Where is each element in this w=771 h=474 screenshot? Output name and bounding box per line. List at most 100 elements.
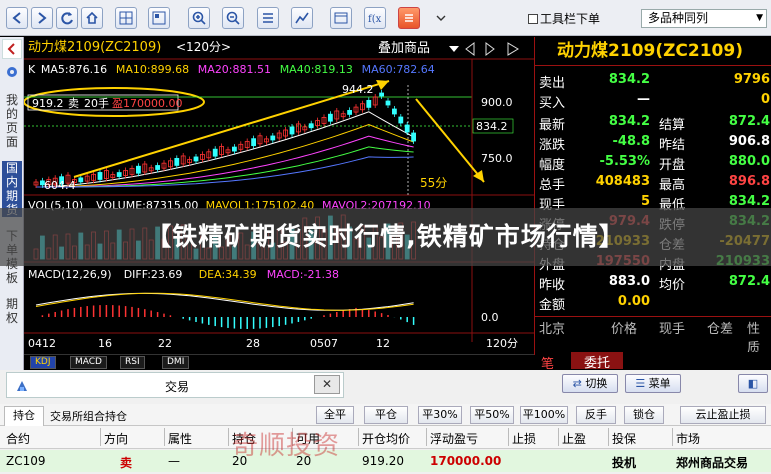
sidebar-tab-char: 内 <box>5 175 18 189</box>
x-tick-label: 12 <box>376 337 390 350</box>
quote-value: 880.0 <box>728 154 770 169</box>
refresh-icon[interactable] <box>56 7 78 29</box>
close-position-button[interactable]: 平仓 <box>364 406 408 424</box>
forward-icon[interactable] <box>31 7 53 29</box>
tab-macd[interactable]: MACD <box>70 356 107 369</box>
checkbox-label: 工具栏下单 <box>540 12 601 26</box>
overlay-product-button[interactable]: 叠加商品 <box>378 41 430 56</box>
function-icon[interactable]: f(x) <box>364 7 386 29</box>
column-separator[interactable] <box>508 428 509 446</box>
table-header-cell[interactable]: 浮动盈亏 <box>430 430 478 447</box>
quote-label: 幅度 <box>539 158 566 173</box>
quote-label: 涨跌 <box>539 138 566 153</box>
chart-icon[interactable] <box>291 7 313 29</box>
tab-rsi[interactable]: RSI <box>120 356 145 369</box>
lock-button[interactable]: 锁仓 <box>624 406 664 424</box>
ma-legend-item: MA20:881.51 <box>198 63 271 76</box>
list-icon[interactable] <box>257 7 279 29</box>
moving-average-lines <box>35 111 414 188</box>
gear-icon[interactable] <box>2 63 22 83</box>
table-header-cell[interactable]: 止盈 <box>562 430 586 447</box>
table-row[interactable]: ZC109 卖 —20 20 919.20 170000.00 投机 郑州商品交易 <box>0 450 771 472</box>
tab-dmi[interactable]: DMI <box>162 356 190 369</box>
grid-icon[interactable] <box>115 7 137 29</box>
chart-title: 动力煤2109(ZC2109) <box>28 40 161 55</box>
left-vertical-tabs: 我的页面 国内期货 下单模板 期权 <box>0 37 24 372</box>
cloud-tp-sl-button[interactable]: 云止盈止损 <box>680 406 766 424</box>
zoom-out-icon[interactable] <box>222 7 244 29</box>
table-header-cell[interactable]: 止损 <box>512 430 536 447</box>
zoom-in-icon[interactable] <box>188 7 210 29</box>
column-separator[interactable] <box>100 428 101 446</box>
overlay-dropdown-icon[interactable] <box>449 46 459 52</box>
ma-legend-item: MA60:782.64 <box>362 63 435 76</box>
menu-icon[interactable] <box>398 7 420 29</box>
quote-label: 金额 <box>539 298 566 313</box>
candle-body <box>231 146 237 152</box>
candle-body <box>366 99 372 108</box>
help-button[interactable]: ◧ <box>738 374 768 393</box>
table-cell: — <box>168 454 180 468</box>
table-header-cell[interactable]: 合约 <box>6 430 30 447</box>
ma-legend: K MA5:876.16 MA10:899.68 MA20:881.51 MA40:81… <box>28 63 435 76</box>
chart-period: <120分> <box>176 40 231 54</box>
select-value: 多品种同列 <box>648 11 709 25</box>
scroll-left-icon[interactable] <box>465 42 475 56</box>
close-50-button[interactable]: 平50% <box>470 406 514 424</box>
column-separator[interactable] <box>358 428 359 446</box>
chart-nav-arrows <box>465 42 519 56</box>
tab-combo-positions[interactable]: 交易所组合持仓 <box>50 408 127 424</box>
sidebar-tab-options[interactable]: 期权 <box>2 297 22 325</box>
table-header-cell[interactable]: 方向 <box>104 430 128 447</box>
close-all-button[interactable]: 全平 <box>316 406 354 424</box>
table-header-cell[interactable]: 投保 <box>612 430 636 447</box>
back-icon[interactable] <box>6 7 28 29</box>
close-icon[interactable]: ✕ <box>314 375 340 394</box>
sidebar-tab-my-pages[interactable]: 我的页面 <box>2 93 22 149</box>
column-separator[interactable] <box>228 428 229 446</box>
quote-value: 883.0 <box>608 274 650 289</box>
dropdown-arrow-icon[interactable] <box>430 7 452 29</box>
tab-positions[interactable]: 持仓 <box>4 406 44 426</box>
tab-kdj[interactable]: KDJ <box>30 356 56 369</box>
tick-col-position: 仓差 <box>707 322 734 337</box>
column-separator[interactable] <box>608 428 609 446</box>
table-header-cell[interactable]: 市场 <box>676 430 700 447</box>
switch-button[interactable]: ⇄ 切换 <box>562 374 618 393</box>
multi-product-select[interactable]: 多品种同列 ▼ <box>641 9 767 28</box>
window-icon[interactable] <box>330 7 352 29</box>
column-separator[interactable] <box>426 428 427 446</box>
switch-icon: ⇄ <box>572 377 582 390</box>
toolbar-order-checkbox[interactable]: 工具栏下单 <box>528 10 600 27</box>
candle-body <box>308 123 314 129</box>
table-header-cell[interactable]: 开仓均价 <box>362 430 410 447</box>
column-separator[interactable] <box>672 428 673 446</box>
menu-button[interactable]: ☰ 菜单 <box>625 374 681 393</box>
sidebar-collapse-button[interactable] <box>2 39 22 59</box>
table-header-cell[interactable]: 属性 <box>168 430 192 447</box>
quote-label: 结算 <box>659 118 686 133</box>
layout-icon[interactable] <box>148 7 170 29</box>
column-separator[interactable] <box>164 428 165 446</box>
sidebar-tab-char: 期 <box>5 297 18 311</box>
close-30-button[interactable]: 平30% <box>418 406 462 424</box>
column-separator[interactable] <box>558 428 559 446</box>
tick-header: 北京 价格 现手 仓差 性质 <box>535 318 771 356</box>
close-100-button[interactable]: 平100% <box>520 406 568 424</box>
scroll-right-icon[interactable] <box>485 42 495 56</box>
expand-icon[interactable] <box>507 42 519 56</box>
low-price-label: 604.4 <box>44 179 76 192</box>
home-icon[interactable] <box>81 7 103 29</box>
tab-orders[interactable]: 委托 <box>571 352 623 371</box>
quote-row: 涨跌 -48.8 昨结 906.8 <box>535 132 771 153</box>
headline-banner: 【铁精矿期货实时行情,铁精矿市场行情】 <box>0 208 771 266</box>
quote-value: -48.8 <box>612 134 650 149</box>
quote-label: 最新 <box>539 118 566 133</box>
macd-zero-label: 0.0 <box>481 311 499 324</box>
candle-body <box>379 92 385 97</box>
order-tag-lots: 20手 <box>84 96 109 110</box>
reverse-button[interactable]: 反手 <box>576 406 616 424</box>
kline-chart[interactable]: 动力煤2109(ZC2109) <120分> 叠加商品 K MA5:876.16 M… <box>24 37 534 355</box>
sidebar-tab-char: 期 <box>5 189 18 203</box>
checkbox-box[interactable] <box>528 14 538 24</box>
